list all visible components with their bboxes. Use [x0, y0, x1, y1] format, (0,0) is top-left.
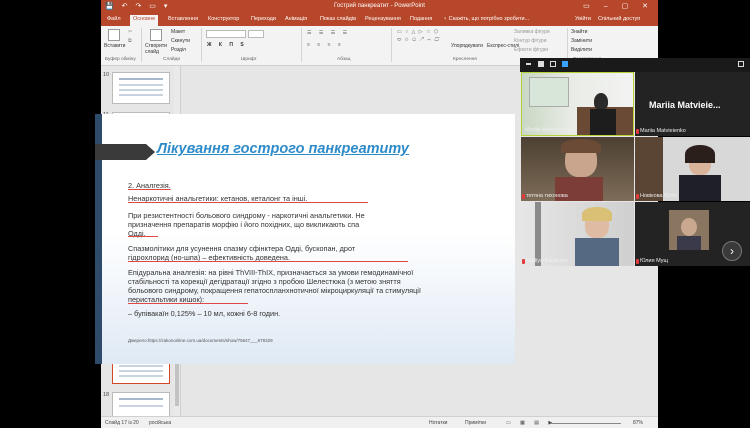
- tab-view[interactable]: Подання: [410, 16, 432, 22]
- font-size-input[interactable]: [248, 30, 264, 38]
- next-page-button[interactable]: ›: [722, 241, 742, 261]
- shapes-gallery-row2[interactable]: ⬭ ◇ ⬠ ↗ ⌒ ▱: [397, 37, 440, 43]
- shape-effects-button[interactable]: Ефекти фігури: [514, 47, 548, 53]
- slide-line[interactable]: стабільності та корекції дегідратації зг…: [128, 277, 401, 286]
- muted-mic-icon: [522, 194, 525, 199]
- muted-mic-icon: [522, 259, 525, 264]
- reset-button[interactable]: Скинути: [171, 38, 190, 44]
- video-tile[interactable]: Новікова Юлія: [635, 137, 750, 201]
- participant-avatar: [669, 210, 709, 250]
- paragraph-align-buttons[interactable]: ≡ ≡ ≡ ≡: [307, 42, 344, 48]
- gallery-view-icon[interactable]: [562, 61, 568, 67]
- thumb-number: 18: [103, 392, 110, 398]
- status-bar: Слайд 17 із 20 російська Нотатки Примітк…: [101, 416, 658, 428]
- find-button[interactable]: Знайти: [571, 29, 587, 35]
- thumb-number: 10: [103, 72, 110, 78]
- current-slide[interactable]: Лікування гострого панкреатиту 2. Аналге…: [95, 114, 515, 364]
- new-slide-icon[interactable]: [150, 29, 162, 41]
- slide-footnote[interactable]: Джерело:https://zakononline.com.ua/docum…: [128, 336, 273, 345]
- paste-icon[interactable]: [108, 29, 120, 41]
- zoom-level[interactable]: 87%: [633, 420, 643, 426]
- participant-name: Новікова Юлія: [640, 193, 677, 199]
- participant-name: Юлия Мущ: [640, 258, 669, 264]
- copy-icon[interactable]: ⧉: [128, 38, 132, 44]
- shapes-gallery[interactable]: ▭ ○ △ ▷ ☆ ⬡: [397, 29, 439, 35]
- select-button[interactable]: Виділити: [571, 47, 592, 53]
- muted-mic-icon: [636, 129, 639, 134]
- tell-me-search[interactable]: ♀ Скажіть, що потрібно зробити...: [443, 16, 529, 22]
- sign-in-link[interactable]: Увійти: [575, 16, 591, 22]
- tab-review[interactable]: Рецензування: [365, 16, 401, 22]
- window-controls[interactable]: ▭ – ▢ ✕: [583, 2, 654, 10]
- window-title: Гострий панкреатит - PowerPoint: [334, 3, 425, 9]
- font-name-input[interactable]: [206, 30, 246, 38]
- slide-line[interactable]: призначення препаратів морфію і його пох…: [128, 220, 359, 229]
- group-drawing-label: Креслення: [453, 57, 477, 62]
- video-tile[interactable]: Mariia Matvieie... Mariia Matvieienko: [635, 72, 750, 136]
- paragraph-list-buttons[interactable]: ☰ ☰ ☰ ☰: [307, 30, 350, 36]
- presentation-screen: [529, 77, 569, 107]
- muted-mic-icon: [636, 194, 639, 199]
- stop-video-icon[interactable]: [538, 61, 544, 67]
- slide-thumbnail[interactable]: [112, 72, 170, 104]
- minimize-icon[interactable]: [526, 63, 531, 65]
- tab-slideshow[interactable]: Показ слайдів: [320, 16, 356, 22]
- replace-button[interactable]: Замінити: [571, 38, 592, 44]
- speaker-view-icon[interactable]: [550, 61, 556, 67]
- slide-line[interactable]: Епідуральна аналгезія: на рівні ThVIII-T…: [128, 268, 413, 277]
- tab-file[interactable]: Файл: [107, 16, 121, 22]
- comments-button[interactable]: Примітки: [465, 420, 486, 426]
- section-button[interactable]: Розділ: [171, 47, 186, 53]
- language-indicator[interactable]: російська: [149, 420, 171, 426]
- participant-name: Mariia Matvieienko: [640, 128, 686, 134]
- muted-mic-icon: [636, 259, 639, 264]
- paste-button[interactable]: Вставити: [104, 43, 125, 49]
- tab-animation[interactable]: Анімація: [285, 16, 307, 22]
- slide-counter: Слайд 17 із 20: [105, 420, 139, 426]
- tab-transitions[interactable]: Переходи: [251, 16, 276, 22]
- view-buttons[interactable]: ▭ ▦ ▤ ▶: [506, 420, 556, 426]
- maximize-icon[interactable]: [738, 61, 744, 67]
- tab-home[interactable]: Основне: [130, 15, 159, 26]
- slide-line[interactable]: – бупівакаїн 0,125% – 10 мл, кожні 6-8 г…: [128, 309, 280, 318]
- slide-line[interactable]: больового синдрому, покращення гепатоспл…: [128, 286, 421, 295]
- zoom-gallery-toolbar[interactable]: [520, 58, 750, 72]
- title-bar: 💾 ↶ ↷ ▭ ▾ Гострий панкреатит - PowerPoin…: [101, 0, 658, 14]
- video-tile[interactable]: тетяна тихонова: [521, 137, 634, 201]
- arrange-button[interactable]: Упорядкувати: [451, 43, 483, 49]
- participant-name-large: Mariia Matvieie...: [649, 100, 721, 110]
- group-paragraph-label: Абзац: [337, 57, 351, 62]
- group-font-label: Шрифт: [241, 57, 257, 62]
- slide-line[interactable]: Спазмолітики для усунення спазму сфінкте…: [128, 244, 355, 253]
- share-button[interactable]: Спільний доступ: [598, 16, 640, 22]
- shape-outline-button[interactable]: Контур фігури: [514, 38, 546, 44]
- new-slide-button[interactable]: Створити слайд: [145, 43, 169, 55]
- participant-name: тетяна тихонова: [526, 193, 568, 199]
- layout-button[interactable]: Макет: [171, 29, 185, 35]
- group-clipboard-label: Буфер обміну: [105, 57, 136, 62]
- zoom-slider[interactable]: [551, 423, 621, 424]
- notes-button[interactable]: Нотатки: [429, 420, 447, 426]
- group-slides-label: Слайди: [163, 57, 181, 62]
- participant-name: Mariia Matvieienko: [525, 127, 571, 133]
- video-tile[interactable]: Nadiya Barabash: [521, 202, 634, 266]
- ribbon-tabs: Файл Основне Вставлення Конструктор Пере…: [101, 14, 658, 26]
- slide-line[interactable]: При резистентності больового синдрому - …: [128, 211, 365, 220]
- slide-title[interactable]: Лікування гострого панкреатиту: [157, 141, 409, 157]
- title-arrow-shape: [95, 144, 155, 160]
- shape-fill-button[interactable]: Заливка фігури: [514, 29, 550, 35]
- tab-design[interactable]: Конструктор: [208, 16, 239, 22]
- video-tile[interactable]: Mariia Matvieienko: [521, 72, 634, 136]
- tab-insert[interactable]: Вставлення: [168, 16, 198, 22]
- font-format-buttons[interactable]: Ж К П S: [207, 42, 247, 48]
- participant-name: Nadiya Barabash: [526, 258, 569, 264]
- cut-icon[interactable]: ✂: [128, 29, 132, 35]
- slide-line[interactable]: 2. Аналгезія.: [128, 181, 171, 190]
